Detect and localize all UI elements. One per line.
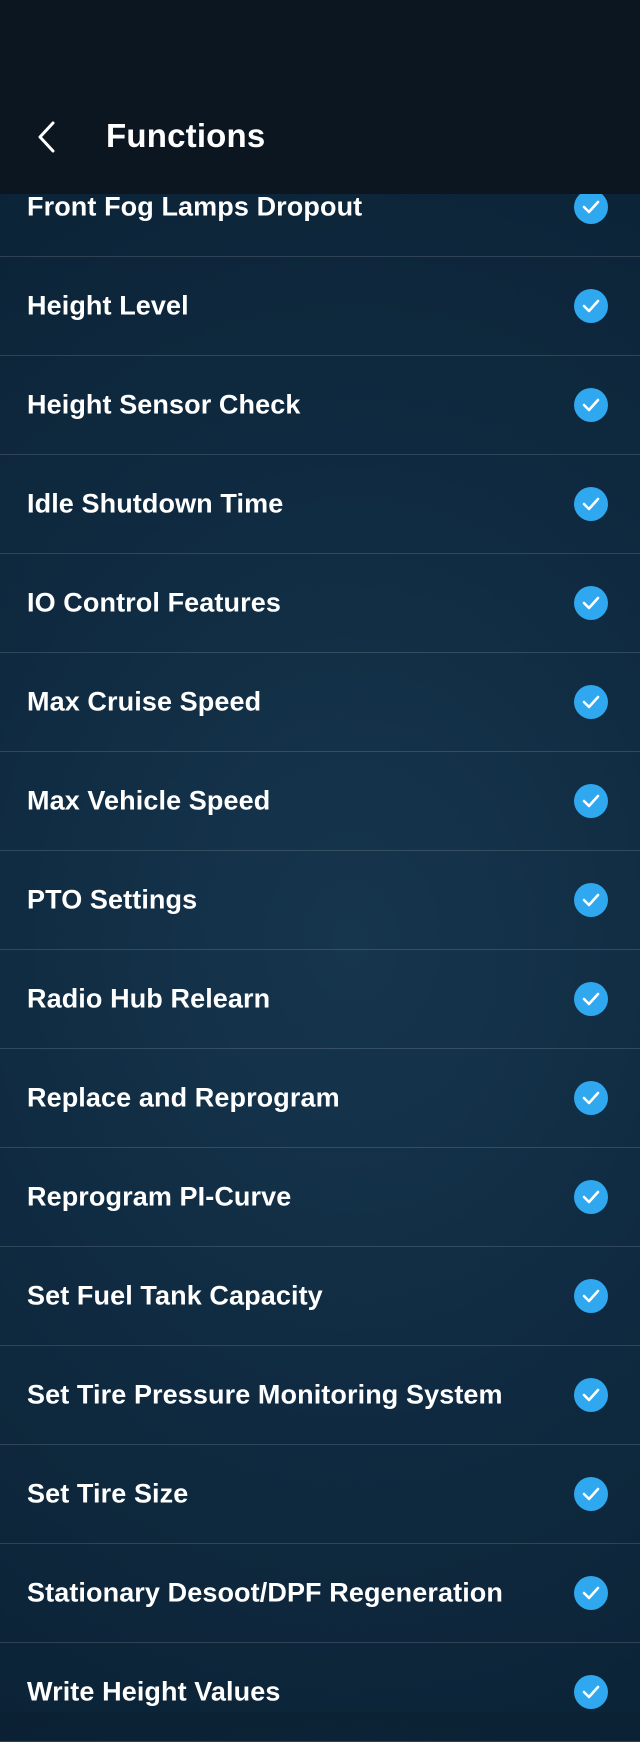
- checkmark-icon: [574, 982, 608, 1016]
- function-label: Reprogram PI-Curve: [27, 1181, 292, 1212]
- checkmark-icon: [574, 388, 608, 422]
- list-item[interactable]: Set Fuel Tank Capacity: [0, 1247, 640, 1346]
- list-item[interactable]: Max Cruise Speed: [0, 653, 640, 752]
- list-item[interactable]: Write Height Values: [0, 1643, 640, 1742]
- function-label: Max Vehicle Speed: [27, 785, 271, 816]
- list-item[interactable]: Set Tire Size: [0, 1445, 640, 1544]
- status-bar: [0, 0, 640, 90]
- app-header: Functions: [0, 90, 640, 194]
- checkmark-icon: [574, 1477, 608, 1511]
- checkmark-icon: [574, 586, 608, 620]
- chevron-left-icon: [38, 121, 55, 153]
- checkmark-icon: [574, 1081, 608, 1115]
- list-item[interactable]: Radio Hub Relearn: [0, 950, 640, 1049]
- checkmark-icon: [574, 190, 608, 224]
- function-label: Idle Shutdown Time: [27, 488, 284, 519]
- function-label: Replace and Reprogram: [27, 1082, 340, 1113]
- checkmark-icon: [574, 1378, 608, 1412]
- checkmark-icon: [574, 1675, 608, 1709]
- checkmark-icon: [574, 289, 608, 323]
- list-item[interactable]: Max Vehicle Speed: [0, 752, 640, 851]
- function-label: Stationary Desoot/DPF Regeneration: [27, 1577, 503, 1608]
- function-label: Height Level: [27, 290, 189, 321]
- checkmark-icon: [574, 1180, 608, 1214]
- list-item[interactable]: Reprogram PI-Curve: [0, 1148, 640, 1247]
- checkmark-icon: [574, 784, 608, 818]
- function-label: Front Fog Lamps Dropout: [27, 191, 363, 222]
- list-item[interactable]: Set Tire Pressure Monitoring System: [0, 1346, 640, 1445]
- list-item[interactable]: Replace and Reprogram: [0, 1049, 640, 1148]
- list-item[interactable]: Stationary Desoot/DPF Regeneration: [0, 1544, 640, 1643]
- function-label: Radio Hub Relearn: [27, 983, 271, 1014]
- checkmark-icon: [574, 1576, 608, 1610]
- list-item[interactable]: Height Sensor Check: [0, 356, 640, 455]
- checkmark-icon: [574, 883, 608, 917]
- checkmark-icon: [574, 1279, 608, 1313]
- function-label: Set Tire Size: [27, 1478, 189, 1509]
- checkmark-icon: [574, 685, 608, 719]
- back-button[interactable]: [22, 112, 72, 162]
- page-title: Functions: [106, 117, 266, 154]
- function-label: IO Control Features: [27, 587, 281, 618]
- function-label: Write Height Values: [27, 1676, 281, 1707]
- list-item[interactable]: PTO Settings: [0, 851, 640, 950]
- list-item[interactable]: IO Control Features: [0, 554, 640, 653]
- function-label: Max Cruise Speed: [27, 686, 262, 717]
- function-label: Set Fuel Tank Capacity: [27, 1280, 323, 1311]
- checkmark-icon: [574, 487, 608, 521]
- function-label: Set Tire Pressure Monitoring System: [27, 1379, 503, 1410]
- list-item[interactable]: Height Level: [0, 257, 640, 356]
- function-label: PTO Settings: [27, 884, 198, 915]
- list-item[interactable]: Idle Shutdown Time: [0, 455, 640, 554]
- functions-list: Front Fog Lamps Dropout Height Level Hei…: [0, 158, 640, 1742]
- function-label: Height Sensor Check: [27, 389, 301, 420]
